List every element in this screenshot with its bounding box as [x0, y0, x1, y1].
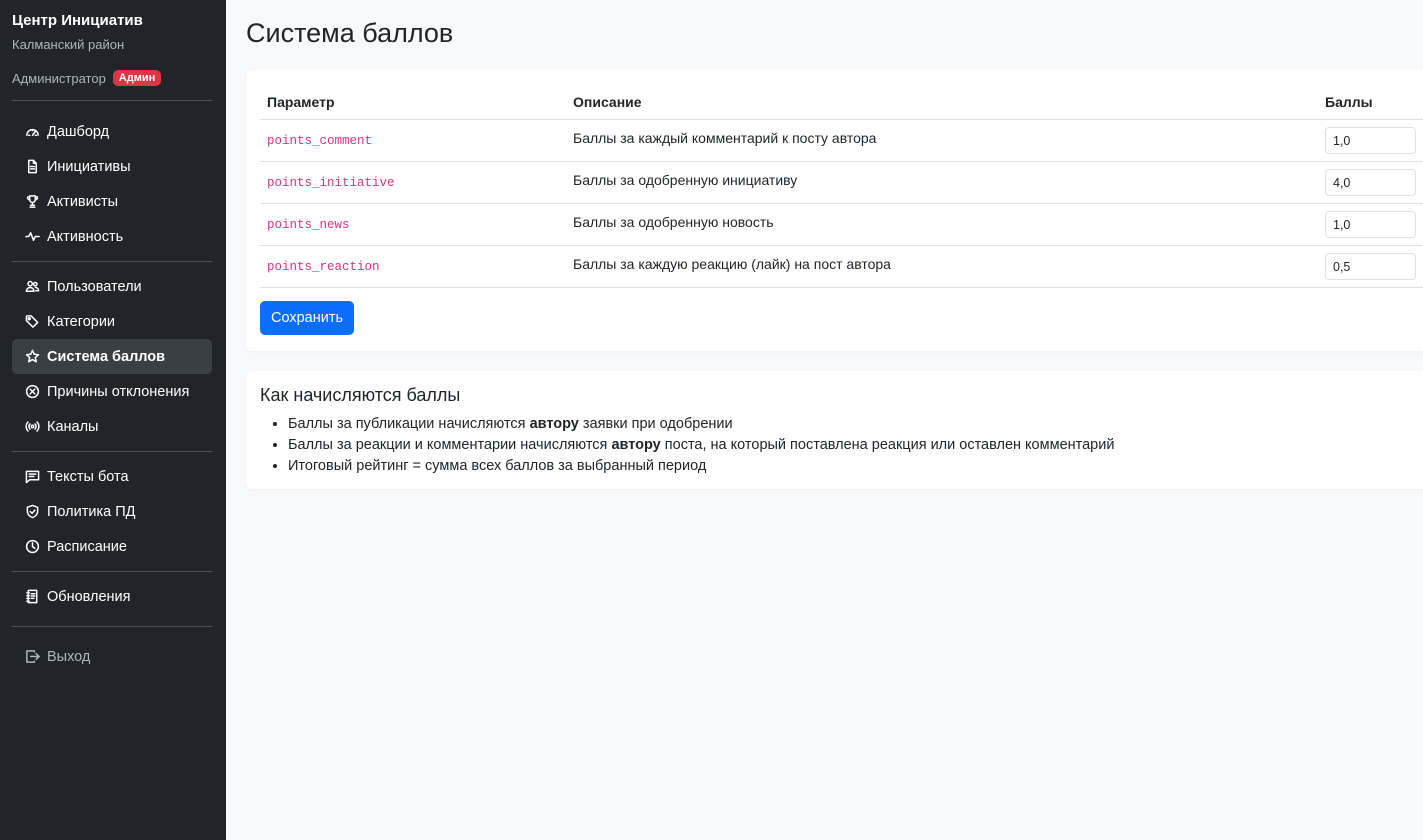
- sidebar-item-shield[interactable]: Политика ПД: [12, 494, 212, 529]
- info-item: Баллы за реакции и комментарии начисляют…: [288, 435, 1409, 456]
- sidebar-item-x-circle[interactable]: Причины отклонения: [12, 374, 212, 409]
- sidebar-item-journal[interactable]: Обновления: [12, 579, 212, 614]
- sidebar-item-label: Дашборд: [47, 123, 110, 140]
- logout-icon: [24, 649, 40, 665]
- sidebar: Центр Инициатив Калманский район Админис…: [0, 0, 226, 840]
- info-emphasis: автору: [529, 416, 579, 432]
- sidebar-item-tags[interactable]: Категории: [12, 304, 212, 339]
- sidebar-divider: [12, 451, 212, 452]
- info-item: Баллы за публикации начисляются автору з…: [288, 414, 1409, 435]
- param-key: points_comment: [260, 119, 566, 162]
- param-value-cell: [1318, 119, 1423, 162]
- table-row: points_reaction Баллы за каждую реакцию (…: [260, 242, 1423, 288]
- sidebar-item-trophy[interactable]: Активисты: [12, 184, 212, 219]
- page-title: Система баллов: [246, 18, 454, 48]
- main-content: Система баллов Параметр Описание Баллы p…: [226, 0, 1423, 840]
- user-role: Администратор Админ: [12, 70, 212, 86]
- header-points: Баллы: [1318, 88, 1423, 120]
- param-description: Баллы за каждую реакцию (лайк) на пост а…: [566, 242, 1318, 285]
- sidebar-item-broadcast[interactable]: Каналы: [12, 409, 212, 444]
- param-key: points_reaction: [260, 245, 566, 288]
- sidebar-item-label: Причины отклонения: [47, 383, 190, 400]
- sidebar-divider: [12, 100, 212, 101]
- info-text: заявки при одобрении: [578, 416, 733, 432]
- sidebar-item-label: Система баллов: [47, 348, 166, 365]
- sidebar-nav: Дашборд Инициативы Активисты Активность Поль…: [12, 114, 212, 614]
- info-text: Баллы за реакции и комментарии начисляют…: [288, 437, 612, 453]
- sidebar-item-clock[interactable]: Расписание: [12, 529, 212, 564]
- sidebar-item-chat[interactable]: Тексты бота: [12, 459, 212, 494]
- points-input[interactable]: [1325, 253, 1416, 280]
- param-description: Баллы за одобренную новость: [566, 200, 1318, 243]
- sidebar-divider: [12, 261, 212, 262]
- sidebar-item-label: Тексты бота: [47, 468, 129, 485]
- sidebar-item-label: Пользователи: [47, 278, 142, 295]
- sidebar-item-label: Политика ПД: [47, 503, 136, 520]
- speedometer-icon: [24, 124, 40, 140]
- param-description: Баллы за одобренную инициативу: [566, 158, 1318, 201]
- broadcast-icon: [24, 419, 40, 435]
- sidebar-item-speedometer[interactable]: Дашборд: [12, 114, 212, 149]
- save-button[interactable]: Сохранить: [260, 301, 355, 335]
- people-icon: [24, 279, 40, 295]
- table-row: points_news Баллы за одобренную новость: [260, 200, 1423, 246]
- info-text: поста, на который поставлена реакция или…: [660, 437, 1115, 453]
- sidebar-item-label: Каналы: [47, 418, 99, 435]
- param-value-cell: [1318, 161, 1423, 204]
- trophy-icon: [24, 194, 40, 210]
- sidebar-divider: [12, 571, 212, 572]
- param-key: points_news: [260, 203, 566, 246]
- header-description: Описание: [566, 88, 1318, 120]
- info-title: Как начисляются баллы: [260, 385, 461, 405]
- role-badge: Админ: [112, 70, 162, 86]
- role-label: Администратор: [12, 70, 106, 86]
- sidebar-item-label: Активность: [47, 228, 124, 245]
- info-list: Баллы за публикации начисляются автору з…: [260, 414, 1409, 477]
- logout-label: Выход: [47, 648, 91, 665]
- param-key: points_initiative: [260, 161, 566, 204]
- points-input[interactable]: [1325, 169, 1416, 196]
- star-icon: [24, 349, 40, 365]
- info-card: Как начисляются баллы Баллы за публикаци…: [246, 371, 1423, 489]
- points-input[interactable]: [1325, 211, 1416, 238]
- info-item: Итоговый рейтинг = сумма всех баллов за …: [288, 456, 1409, 477]
- info-text: Баллы за публикации начисляются: [288, 416, 530, 432]
- activity-icon: [24, 229, 40, 245]
- table-row: points_initiative Баллы за одобренную ини…: [260, 158, 1423, 204]
- table-header-row: Параметр Описание Баллы: [260, 88, 1423, 120]
- chat-icon: [24, 469, 40, 485]
- tags-icon: [24, 314, 40, 330]
- brand-title: Центр Инициатив: [12, 12, 143, 29]
- param-value-cell: [1318, 245, 1423, 288]
- header-parameter: Параметр: [260, 88, 566, 120]
- sidebar-item-star[interactable]: Система баллов: [12, 339, 212, 374]
- sidebar-divider: [12, 626, 212, 627]
- journal-icon: [24, 589, 40, 605]
- sidebar-item-document[interactable]: Инициативы: [12, 149, 212, 184]
- brand-subtitle: Калманский район: [12, 37, 125, 52]
- sidebar-item-label: Инициативы: [47, 158, 131, 175]
- info-emphasis: автору: [611, 437, 661, 453]
- sidebar-item-activity[interactable]: Активность: [12, 219, 212, 254]
- clock-icon: [24, 539, 40, 555]
- document-icon: [24, 159, 40, 175]
- info-text: Итоговый рейтинг = сумма всех баллов за …: [288, 458, 707, 474]
- shield-icon: [24, 504, 40, 520]
- points-settings-card: Параметр Описание Баллы points_comment Ба…: [246, 70, 1423, 351]
- sidebar-item-people[interactable]: Пользователи: [12, 269, 212, 304]
- param-value-cell: [1318, 203, 1423, 246]
- param-description: Баллы за каждый комментарий к посту авто…: [566, 116, 1318, 159]
- sidebar-item-label: Расписание: [47, 538, 127, 555]
- sidebar-item-label: Активисты: [47, 193, 119, 210]
- sidebar-item-label: Обновления: [47, 588, 131, 605]
- sidebar-item-label: Категории: [47, 313, 116, 330]
- points-input[interactable]: [1325, 127, 1416, 154]
- logout-button[interactable]: Выход: [12, 639, 212, 674]
- table-row: points_comment Баллы за каждый комментари…: [260, 116, 1423, 162]
- points-table: Параметр Описание Баллы points_comment Ба…: [260, 88, 1423, 288]
- x-circle-icon: [24, 384, 40, 400]
